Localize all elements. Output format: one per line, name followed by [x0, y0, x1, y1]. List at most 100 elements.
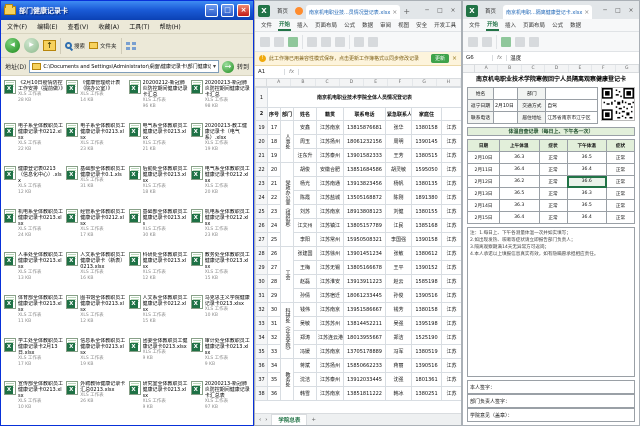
select-all-corner[interactable] [255, 79, 267, 86]
menu-item[interactable]: 文件 [468, 20, 481, 30]
cell-name[interactable]: 韩雪 [294, 387, 317, 401]
row-number[interactable]: 2 [256, 108, 268, 121]
info-value[interactable]: 2月10日 [494, 100, 518, 112]
cell-contact-phone[interactable]: 1380135 [412, 177, 442, 191]
temp-cell[interactable]: 36.6 [567, 176, 607, 188]
cell-native-place[interactable]: 江苏南京 [317, 303, 344, 317]
cell-contact-phone[interactable]: 1385168 [412, 219, 442, 233]
temp-cell[interactable]: 36.4 [567, 212, 607, 224]
temp-cell[interactable]: 正常 [539, 212, 567, 224]
row-number[interactable]: 33 [256, 317, 268, 331]
file-tile[interactable]: 电气系全体教职员工健康记录卡0213.xlsxXLS 工作表21 KB [128, 122, 189, 164]
row-number[interactable]: 37 [256, 373, 268, 387]
temp-cell[interactable]: 正常 [607, 188, 635, 200]
menu-item[interactable]: 安全 [415, 20, 428, 30]
column-header[interactable]: A [267, 79, 291, 86]
cell-name[interactable]: 陈霞 [294, 191, 317, 205]
temp-cell[interactable]: 正常 [607, 152, 635, 164]
cell-contact-phone[interactable]: 1380515 [412, 149, 442, 163]
cell-contact-phone[interactable]: 1380158 [412, 303, 442, 317]
maximize-button[interactable] [435, 7, 445, 14]
file-tile[interactable]: 经管系全体教职员工健康记录卡0212.xlsxXLS 工作表17 KB [65, 208, 126, 250]
column-header[interactable]: F [388, 79, 412, 86]
cell-contact-phone[interactable]: 1595050 [412, 163, 442, 177]
file-tile[interactable]: 外聘教师健康记录卡汇总0213.xlsxXLS 工作表26 KB [65, 380, 126, 422]
column-header[interactable]: D [340, 79, 364, 86]
row-number[interactable]: 25 [256, 205, 268, 219]
temp-cell[interactable]: 正常 [539, 188, 567, 200]
cell-name[interactable]: 钱伟 [294, 303, 317, 317]
cell-serial[interactable]: 26 [268, 247, 281, 261]
maximize-button[interactable] [221, 4, 234, 17]
cell-native-place[interactable]: 江苏无锡 [317, 261, 344, 275]
cell-phone[interactable]: 13851811222 [344, 387, 386, 401]
go-label[interactable]: 转到 [237, 62, 249, 71]
minimize-button[interactable] [422, 7, 432, 14]
cell-address[interactable]: 江苏 [442, 317, 462, 331]
cell-native-place[interactable]: 江苏扬州 [317, 359, 344, 373]
menu-item[interactable]: 文件(F) [6, 21, 28, 32]
menu-item[interactable]: 公式 [343, 20, 356, 30]
temp-cell[interactable]: 正常 [539, 164, 567, 176]
temp-cell[interactable]: 正常 [539, 200, 567, 212]
cell-phone[interactable]: 13505168872 [344, 191, 386, 205]
menu-item[interactable]: 页面布局 [314, 20, 338, 30]
cell-contact-phone[interactable]: 1390145 [412, 135, 442, 149]
cell-native-place[interactable]: 江苏泰州 [317, 373, 344, 387]
cell-native-place[interactable]: 江苏宿迁 [317, 289, 344, 303]
minimize-button[interactable] [600, 7, 610, 14]
cell-contact-phone[interactable]: 1525190 [412, 331, 442, 345]
name-box[interactable]: A1 [255, 69, 285, 75]
cell-name[interactable]: 刘苏 [294, 205, 317, 219]
cell-serial[interactable]: 32 [268, 331, 281, 345]
folders-button[interactable]: 文件夹 [89, 42, 117, 50]
cell-serial[interactable]: 29 [268, 289, 281, 303]
cell-department[interactable]: 工会 [281, 247, 294, 303]
menu-item[interactable]: 数据 [569, 20, 582, 30]
column-header[interactable]: G [413, 79, 437, 86]
font-icon[interactable] [307, 37, 317, 47]
cell-contact[interactable]: 张敏 [386, 247, 412, 261]
row-number[interactable]: 1 [256, 88, 268, 108]
file-tile[interactable]: 20200212-新冠肺炎防控期间健康记录卡汇总XLS 工作表96 KB [128, 79, 189, 121]
menu-item[interactable]: 开始 [486, 19, 499, 31]
add-sheet-button[interactable] [311, 417, 316, 423]
temp-cell[interactable]: 36.3 [500, 200, 540, 212]
cell-name[interactable]: 沈洁 [294, 373, 317, 387]
file-tile[interactable]: 电子系全体教职员工健康记录卡0213.xlsxXLS 工作表23 KB [65, 122, 126, 164]
health-form[interactable]: 南京机电职业技术学院寒假回宁人员隔离观察健康登记卡 姓名部门返宁日期2月10日交… [463, 73, 639, 425]
file-tile[interactable]: 后勤处全体教职员工健康记录卡0213.xlsxXLS 工作表18 KB [128, 165, 189, 207]
file-tile[interactable]: 科研处全体教职员工健康记录卡0213.xlsxXLS 工作表12 KB [128, 251, 189, 293]
wps1-grid[interactable]: 1南京机电职业技术学院全体人员情况登记表2序号部门姓名籍贯联系电话紧急联系人家庭… [255, 87, 461, 413]
temp-cell[interactable]: 2月10日 [468, 152, 500, 164]
cell-phone[interactable]: 18913808123 [344, 205, 386, 219]
temp-cell[interactable]: 36.5 [500, 188, 540, 200]
cell-name[interactable]: 赵磊 [294, 275, 317, 289]
temp-cell[interactable]: 36.3 [500, 152, 540, 164]
cell-contact[interactable]: 韩冰 [386, 387, 412, 401]
cell-name[interactable]: 胡俊 [294, 163, 317, 177]
row-number[interactable]: 20 [256, 135, 268, 149]
row-number[interactable]: 31 [256, 289, 268, 303]
file-tile[interactable]: 基础部全体教职员工健康记录卡0213.xlsXLS 工作表30 KB [128, 208, 189, 250]
cell-native-place[interactable]: 江苏泰州 [317, 149, 344, 163]
cell-native-place[interactable]: 江苏徐州 [317, 247, 344, 261]
cell-contact[interactable]: 胡灵敏 [386, 163, 412, 177]
cell-serial[interactable]: 20 [268, 163, 281, 177]
cell-name[interactable]: 王梅 [294, 261, 317, 275]
cell-phone[interactable]: 13805157789 [344, 219, 386, 233]
cell-address[interactable]: 江苏 [442, 191, 462, 205]
row-number[interactable]: 27 [256, 233, 268, 247]
cell-name[interactable]: 汪东升 [294, 149, 317, 163]
file-tile[interactable]: 体育部全体教职员工健康记录卡0213.xlsxXLS 工作表11 KB [3, 294, 64, 336]
name-box[interactable]: G6 [463, 55, 493, 61]
cell-phone[interactable]: 13901451234 [344, 247, 386, 261]
temp-cell[interactable]: 36.4 [500, 164, 540, 176]
file-tile[interactable]: 团委全体教职员工健康记录卡0213.xlsxXLS 工作表9 KB [128, 337, 189, 379]
file-tile[interactable]: 健康登记表0213（信息化中心）.xlsxXLS 工作表12 KB [3, 165, 64, 207]
menu-item[interactable]: 开发工具 [433, 20, 457, 30]
menu-item[interactable]: 公式 [551, 20, 564, 30]
cut-icon[interactable] [274, 37, 284, 47]
cell-contact[interactable]: 李国强 [386, 233, 412, 247]
bold-icon[interactable] [321, 37, 331, 47]
